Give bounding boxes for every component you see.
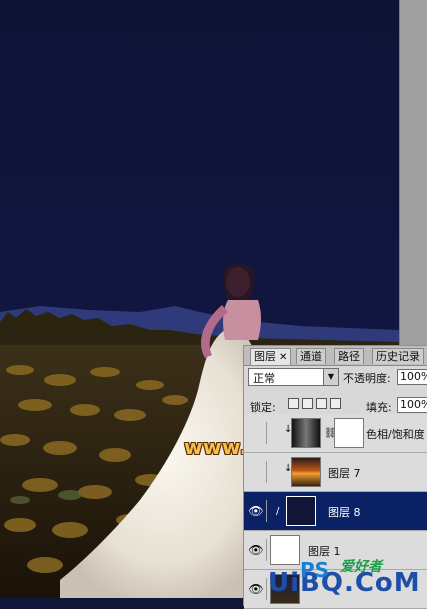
- site-logo-text: 爱好者: [340, 559, 382, 575]
- blend-mode-select[interactable]: 正常 ▼: [248, 368, 339, 386]
- layer-row-8[interactable]: 👁 / 图层 8: [244, 492, 427, 531]
- eye-icon[interactable]: 👁: [246, 578, 267, 600]
- lock-all-icon[interactable]: [330, 398, 341, 409]
- layer-name[interactable]: 图层 7: [328, 465, 361, 481]
- panel-tabs: 图层 ✕ 通道 路径 历史记录: [244, 346, 427, 366]
- brush-icon: /: [276, 506, 280, 517]
- layer-name[interactable]: 色相/饱和度: [366, 426, 425, 442]
- eye-icon[interactable]: 👁: [246, 539, 267, 561]
- opacity-field[interactable]: 100%: [397, 369, 427, 385]
- blend-mode-value: 正常: [253, 372, 275, 385]
- visibility-toggle[interactable]: [246, 461, 267, 483]
- layer-row-7[interactable]: ↓ 图层 7: [244, 453, 427, 492]
- close-icon[interactable]: ✕: [279, 352, 287, 363]
- tab-channels[interactable]: 通道: [296, 348, 326, 364]
- tab-history[interactable]: 历史记录: [372, 348, 424, 364]
- lock-label: 锁定:: [250, 401, 276, 414]
- layer-row-1[interactable]: 👁 图层 1: [244, 531, 427, 570]
- tab-layers-label: 图层: [254, 350, 276, 363]
- adjustment-icon: [291, 418, 321, 448]
- lock-move-icon[interactable]: [316, 398, 327, 409]
- lock-options: [288, 398, 348, 411]
- fill-field[interactable]: 100%: [397, 397, 427, 413]
- fill-label: 填充:: [366, 401, 392, 414]
- lock-paint-icon[interactable]: [302, 398, 313, 409]
- layer-row-hue-saturation[interactable]: ↓ ⛓ 色相/饱和度: [244, 414, 427, 453]
- ps-logo: PS: [300, 558, 330, 582]
- tab-channels-label: 通道: [300, 350, 322, 363]
- layer-name[interactable]: 图层 8: [328, 504, 361, 520]
- mask-thumbnail: [334, 418, 364, 448]
- opacity-label: 不透明度:: [343, 372, 391, 385]
- visibility-toggle[interactable]: [246, 422, 267, 444]
- chevron-down-icon[interactable]: ▼: [323, 369, 338, 385]
- layer-thumbnail: [291, 457, 321, 487]
- tab-layers[interactable]: 图层 ✕: [250, 348, 292, 365]
- tab-history-label: 历史记录: [376, 350, 420, 363]
- layers-panel: 图层✕ 通道 路径 历史记录 正常 ▼ 不透明度: 100% 锁定: 填充: 1…: [243, 345, 427, 609]
- tab-paths-label: 路径: [338, 350, 360, 363]
- lock-transparent-icon[interactable]: [288, 398, 299, 409]
- bride-torso: [223, 300, 261, 340]
- layer-thumbnail: [270, 535, 300, 565]
- eye-icon[interactable]: 👁: [246, 500, 267, 522]
- layer-name[interactable]: 图层 1: [308, 543, 341, 559]
- layer-thumbnail: [286, 496, 316, 526]
- tab-paths[interactable]: 路径: [334, 348, 364, 364]
